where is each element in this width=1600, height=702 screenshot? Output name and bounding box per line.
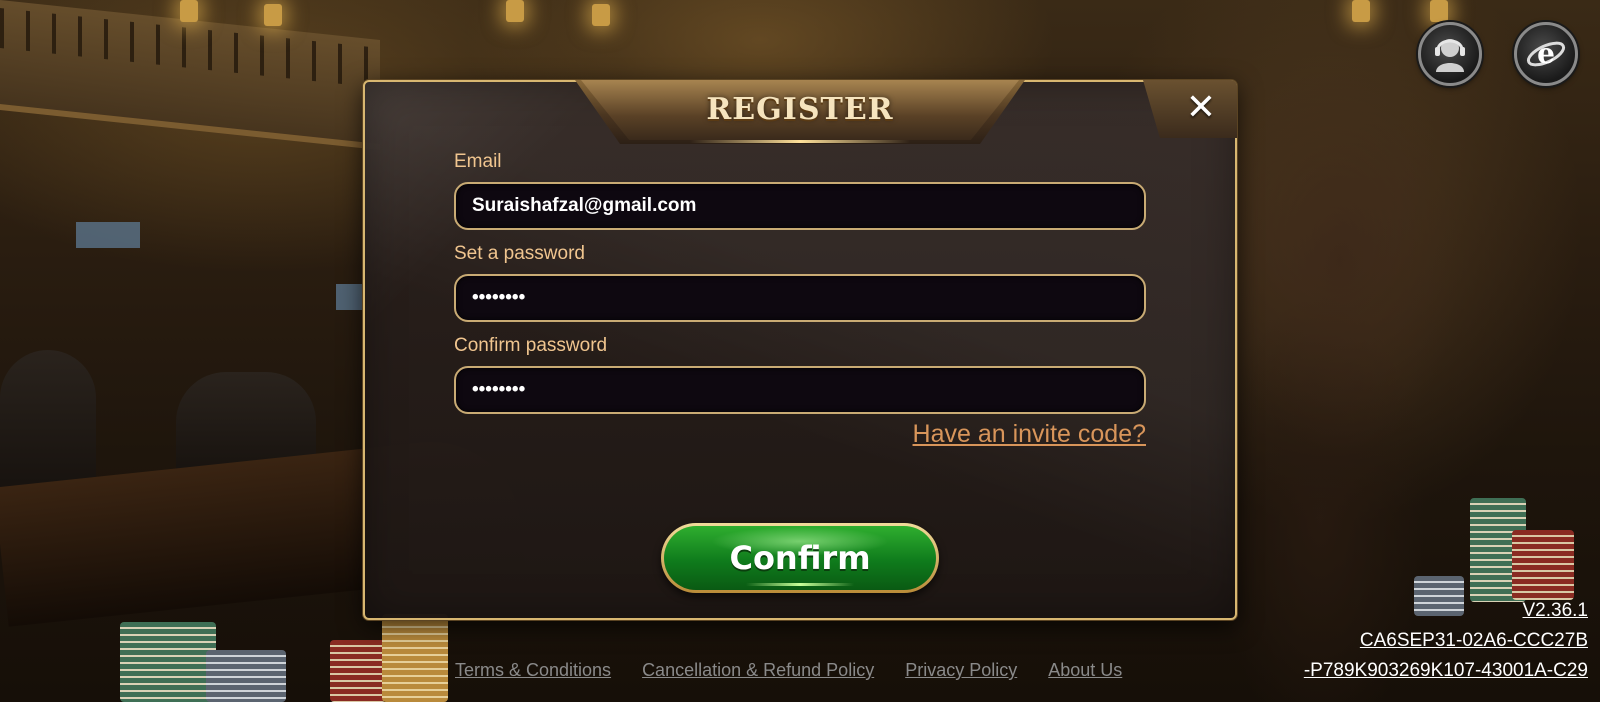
ceiling-lamp — [180, 0, 198, 22]
browser-icon: e — [1526, 37, 1566, 70]
confirm-password-field[interactable]: •••••••• — [454, 366, 1146, 414]
balcony-decoration — [0, 0, 380, 150]
close-icon[interactable]: ✕ — [1181, 88, 1221, 128]
refund-policy-link[interactable]: Cancellation & Refund Policy — [642, 660, 874, 681]
build-id-line1: CA6SEP31-02A6-CCC27B — [1359, 630, 1588, 651]
password-field[interactable]: •••••••• — [454, 274, 1146, 322]
chip-stack — [382, 614, 448, 702]
ceiling-lamp — [506, 0, 524, 22]
chip-stack — [206, 650, 286, 702]
customer-support-button[interactable] — [1418, 22, 1482, 86]
about-us-link[interactable]: About Us — [1048, 660, 1122, 681]
wall-screen — [336, 284, 362, 310]
ceiling-lamp — [264, 4, 282, 26]
version-number: V2.36.1 — [1522, 600, 1589, 621]
browser-button[interactable]: e — [1514, 22, 1578, 86]
build-id-line2: -P789K903269K107-43001A-C29 — [1303, 660, 1588, 681]
customer-support-icon — [1435, 39, 1465, 72]
confirm-button[interactable]: Confirm — [661, 523, 939, 593]
wall-screen — [76, 222, 140, 248]
ceiling-lamp — [592, 4, 610, 26]
email-field[interactable]: Suraishafzal@gmail.com — [454, 182, 1146, 230]
chip-stack — [1512, 530, 1574, 600]
password-label: Set a password — [454, 243, 585, 264]
email-label: Email — [454, 151, 502, 172]
terms-link[interactable]: Terms & Conditions — [455, 660, 611, 681]
chip-stack — [330, 640, 386, 702]
privacy-policy-link[interactable]: Privacy Policy — [905, 660, 1017, 681]
title-glow — [690, 140, 910, 143]
dialog-title: REGISTER — [706, 92, 894, 127]
confirm-password-label: Confirm password — [454, 335, 608, 356]
invite-code-link[interactable]: Have an invite code? — [896, 420, 1146, 449]
version-info: V2.36.1 CA6SEP31-02A6-CCC27B -P789K90326… — [1304, 596, 1588, 686]
chip-stack — [120, 622, 216, 702]
footer-links: Terms & Conditions Cancellation & Refund… — [455, 660, 1122, 681]
confirm-button-label: Confirm — [664, 526, 936, 590]
svg-text:e: e — [1537, 37, 1555, 70]
